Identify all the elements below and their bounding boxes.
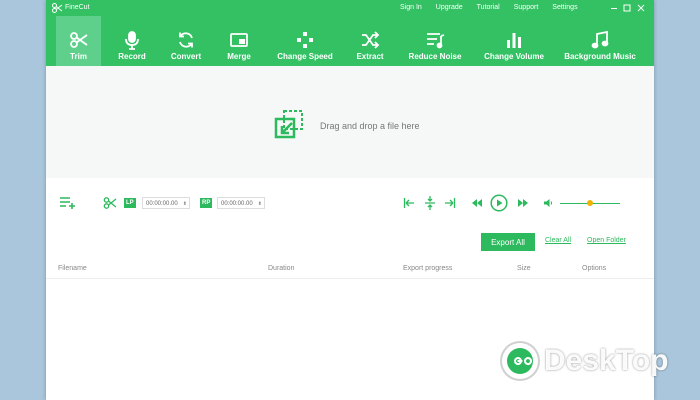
tool-change-volume[interactable]: Change Volume [478, 16, 550, 66]
menu-support[interactable]: Support [514, 4, 539, 11]
bars-icon [504, 30, 524, 50]
menu-upgrade[interactable]: Upgrade [436, 4, 463, 11]
lp-badge: LP [124, 198, 136, 208]
tool-merge-label: Merge [227, 52, 251, 61]
drop-file-icon [274, 110, 303, 139]
file-table-header: Filename Duration Export progress Size O… [46, 260, 654, 279]
menu-settings[interactable]: Settings [552, 4, 577, 11]
maximize-button[interactable] [620, 1, 634, 15]
app-name: FineCut [65, 4, 90, 11]
watermark-text: DeskTop [544, 344, 669, 377]
watermark-logo-icon [500, 341, 540, 381]
title-bar: FineCut Sign In Upgrade Tutorial Support… [46, 0, 654, 16]
export-all-button[interactable]: Export All [481, 233, 535, 251]
drop-zone-text: Drag and drop a file here [320, 121, 420, 131]
speed-icon [295, 30, 315, 50]
minimize-button[interactable] [607, 1, 621, 15]
close-button[interactable] [634, 1, 648, 15]
microphone-icon [122, 30, 142, 50]
tool-bar: Trim Record Convert Merge Change Speed E… [46, 16, 654, 66]
column-export-progress: Export progress [403, 265, 453, 272]
tool-convert[interactable]: Convert [163, 16, 209, 66]
volume-icon[interactable] [543, 198, 553, 208]
open-folder-link[interactable]: Open Folder [587, 237, 626, 244]
column-filename: Filename [58, 265, 87, 272]
maximize-icon [623, 4, 631, 12]
tool-change-volume-label: Change Volume [484, 52, 544, 61]
tool-record[interactable]: Record [110, 16, 154, 66]
rp-spinner-icon[interactable]: ⬍ [258, 198, 262, 210]
close-icon [637, 4, 645, 12]
rewind-icon[interactable] [471, 198, 483, 208]
column-size: Size [517, 265, 531, 272]
play-icon[interactable] [490, 194, 508, 212]
lp-time-input[interactable]: 00:00:00.00 ⬍ [142, 197, 190, 209]
tool-trim-label: Trim [70, 52, 87, 61]
tool-background-music-label: Background Music [564, 52, 636, 61]
tool-record-label: Record [118, 52, 146, 61]
tool-change-speed[interactable]: Change Speed [271, 16, 339, 66]
tool-trim[interactable]: Trim [56, 16, 101, 66]
merge-icon [229, 30, 249, 50]
menu-tutorial[interactable]: Tutorial [477, 4, 500, 11]
tool-convert-label: Convert [170, 52, 202, 61]
tool-change-speed-label: Change Speed [277, 52, 333, 61]
clear-all-link[interactable]: Clear All [545, 237, 571, 244]
menu-sign-in[interactable]: Sign In [400, 4, 422, 11]
go-to-start-icon[interactable] [403, 197, 415, 209]
split-marker-icon[interactable] [424, 196, 436, 210]
tool-reduce-noise[interactable]: Reduce Noise [404, 16, 466, 66]
lp-time-value: 00:00:00.00 [146, 201, 178, 207]
add-to-list-icon[interactable] [59, 196, 77, 210]
tool-background-music[interactable]: Background Music [560, 16, 640, 66]
top-menu: Sign In Upgrade Tutorial Support Setting… [400, 4, 592, 11]
rp-badge: RP [200, 198, 213, 208]
column-options: Options [582, 265, 607, 272]
rp-time-input[interactable]: 00:00:00.00 ⬍ [217, 197, 265, 209]
file-drop-zone[interactable]: Drag and drop a file here [46, 66, 654, 178]
fast-forward-icon[interactable] [517, 198, 529, 208]
finecut-logo-icon [52, 3, 63, 13]
scissors-icon [69, 30, 89, 50]
rp-time-value: 00:00:00.00 [221, 201, 253, 207]
tool-extract-label: Extract [356, 52, 384, 61]
noise-icon [425, 30, 445, 50]
shuffle-icon [360, 30, 380, 50]
minimize-icon [611, 8, 617, 9]
desktop-watermark: DeskTop [500, 338, 700, 388]
volume-slider-thumb[interactable] [587, 200, 593, 206]
tool-merge[interactable]: Merge [218, 16, 260, 66]
cut-scissors-icon[interactable] [103, 196, 117, 210]
lp-spinner-icon[interactable]: ⬍ [183, 198, 187, 210]
music-note-icon [590, 30, 610, 50]
tool-extract[interactable]: Extract [349, 16, 391, 66]
go-to-end-icon[interactable] [444, 197, 456, 209]
column-duration: Duration [268, 265, 295, 272]
tool-reduce-noise-label: Reduce Noise [408, 52, 462, 61]
refresh-icon [176, 30, 196, 50]
playback-controls: LP 00:00:00.00 ⬍ RP 00:00:00.00 ⬍ [46, 190, 654, 216]
